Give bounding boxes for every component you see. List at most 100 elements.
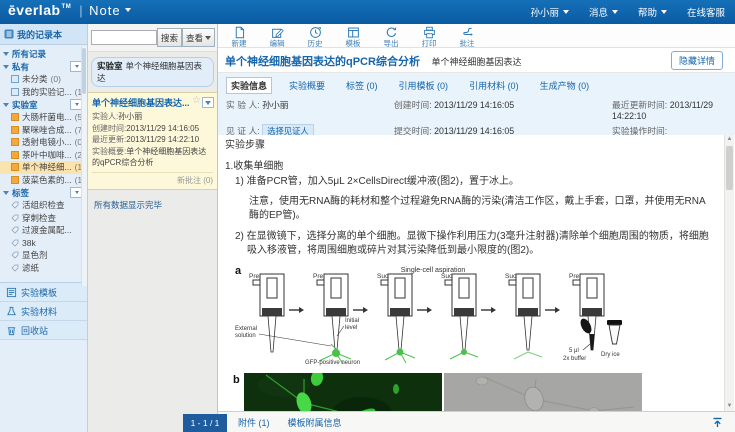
star-icon[interactable]: ☆ — [192, 95, 201, 106]
notebooks-header-label: 我的记录本 — [17, 28, 62, 41]
scroll-to-top-button[interactable] — [712, 417, 723, 428]
tag-icon — [11, 239, 19, 247]
sidebar-tag-2[interactable]: 穿刺检查 — [0, 212, 87, 225]
view-button[interactable]: 查看 — [182, 28, 215, 47]
scrollbar-thumb[interactable] — [726, 146, 733, 190]
history-button[interactable]: 历史 — [302, 26, 328, 48]
chevron-down-icon — [563, 10, 569, 14]
hide-details-button[interactable]: 隐藏详情 — [671, 51, 723, 70]
template-button[interactable]: 模板 — [340, 26, 366, 48]
section-private[interactable]: 私有 — [0, 60, 87, 73]
sidebar-tag-5[interactable]: 显色剂 — [0, 249, 87, 262]
edit-pencil-icon — [271, 26, 284, 39]
detail-footer-bar: 附件 (1) 模板附属信息 — [218, 411, 735, 432]
scroll-down-icon[interactable]: ▼ — [725, 402, 734, 411]
messages-menu[interactable]: 消息 — [589, 5, 618, 19]
new-button[interactable]: 新建 — [226, 26, 252, 48]
chevron-down-icon — [205, 101, 211, 105]
attachments-link[interactable]: 附件 (1) — [238, 416, 270, 429]
product-name: Note — [89, 3, 120, 18]
sidebar-item-templates[interactable]: 实验模板 — [0, 283, 87, 302]
sidebar-item-lab-6[interactable]: 菠菜色素的...(1) — [0, 174, 87, 187]
search-row: 搜索 查看 — [88, 24, 217, 52]
experiment-list-item[interactable]: 单个神经细胞基因表达... ☆ 实验人:孙小丽 创建时间:2013/11/29 … — [88, 92, 217, 190]
sidebar-item-lab-5-selected[interactable]: 单个神经细...(1) — [0, 161, 87, 174]
print-button[interactable]: 打印 — [416, 26, 442, 48]
sidebar-item-lab-2[interactable]: 聚咪唑合成...(7) — [0, 124, 87, 137]
printer-icon — [423, 26, 436, 39]
pipette-6: Pres. — [569, 273, 604, 350]
sidebar-item-my-experiments[interactable]: 我的实验记...(1) — [0, 86, 87, 99]
created-cell: 创建时间: 2013/11/29 14:16:05 — [394, 98, 612, 121]
sidebar: 我的记录本 所有记录 私有 未分类(0) 我的实验记...(1) 实验室 大肠杆… — [0, 24, 88, 432]
scroll-up-icon[interactable]: ▲ — [725, 135, 734, 144]
notebook-icon — [11, 113, 19, 121]
sidebar-item-uncategorized[interactable]: 未分类(0) — [0, 73, 87, 86]
sidebar-tag-6[interactable]: 滤纸 — [0, 262, 87, 275]
updated-cell: 最近更新时间: 2013/11/29 14:22:10 — [612, 98, 727, 121]
sidebar-item-lab-1[interactable]: 大肠杆菌电...(5) — [0, 111, 87, 124]
chevron-down-icon — [205, 36, 211, 40]
notebook-icon — [11, 88, 19, 96]
user-menu[interactable]: 孙小丽 — [530, 5, 569, 19]
eppendorf-tube — [607, 320, 622, 344]
sidebar-tag-4[interactable]: 38k — [0, 237, 87, 250]
annotate-icon — [461, 26, 474, 39]
content-scrollbar[interactable]: ▲ ▼ — [724, 135, 734, 411]
collapse-caret-icon — [3, 65, 9, 69]
search-button[interactable]: 搜索 — [157, 28, 182, 47]
help-menu[interactable]: 帮助 — [638, 5, 667, 19]
pagination[interactable]: 1 - 1 / 1 — [183, 414, 227, 432]
section-tags[interactable]: 标签 — [0, 186, 87, 199]
template-info-link[interactable]: 模板附属信息 — [288, 416, 342, 429]
sidebar-scrollbar[interactable] — [81, 46, 87, 286]
sidebar-tag-3[interactable]: 过渡金属配... — [0, 224, 87, 237]
tab-referenced-templates[interactable]: 引用模板 (0) — [395, 78, 453, 93]
history-clock-icon — [309, 26, 322, 39]
toolbar: 新建 编辑 历史 模板 导出 打印 — [218, 24, 735, 48]
scrollbar-thumb[interactable] — [82, 48, 86, 94]
notebook-icon — [4, 29, 14, 39]
section-lab[interactable]: 实验室 — [0, 98, 87, 111]
product-caret-icon[interactable] — [125, 8, 131, 12]
collapse-caret-icon — [3, 191, 9, 195]
tab-referenced-materials[interactable]: 引用材料 (0) — [465, 78, 523, 93]
svg-text:Dry ice: Dry ice — [601, 352, 620, 358]
annotations-count[interactable]: 新批注 (0) — [92, 172, 213, 186]
sidebar-item-materials[interactable]: 实验材料 — [0, 302, 87, 321]
app-window: ēverlabTM | Note 孙小丽 消息 帮助 在线客服 我的记录本 所有… — [0, 0, 735, 432]
tab-tags[interactable]: 标签 (0) — [342, 78, 382, 93]
sidebar-tag-1[interactable]: 活组织检查 — [0, 199, 87, 212]
export-button[interactable]: 导出 — [378, 26, 404, 48]
experimenter-row: 实验人:孙小丽 — [92, 111, 213, 123]
notebooks-header[interactable]: 我的记录本 — [0, 24, 87, 45]
online-service-link[interactable]: 在线客服 — [687, 5, 725, 19]
step-2: 2) 在显微镜下，选择分离的单个细胞。显微下操作利用压力(3毫升注射器)清除单个… — [235, 230, 715, 259]
breadcrumb[interactable]: 实验室单个神经细胞基因表达 — [91, 57, 214, 87]
tag-icon — [11, 251, 19, 259]
svg-text:2x buffer: 2x buffer — [563, 356, 586, 362]
tabs-info-panel: 实验信息 实验概要 标签 (0) 引用模板 (0) 引用材料 (0) 生成产物 … — [218, 73, 735, 144]
tag-icon — [11, 201, 19, 209]
tab-experiment-info[interactable]: 实验信息 — [226, 77, 272, 94]
annotate-button[interactable]: 批注 — [454, 26, 480, 48]
notebook-icon — [11, 176, 19, 184]
content-body: 实验步骤 1.收集单细胞 1) 准备PCR管，加入5μL 2×CellsDire… — [218, 135, 735, 411]
chevron-down-icon — [661, 10, 667, 14]
section-all-records[interactable]: 所有记录 — [0, 47, 87, 60]
collapse-button[interactable] — [202, 97, 214, 108]
main-panel: 新建 编辑 历史 模板 导出 打印 — [218, 24, 735, 432]
tab-experiment-summary[interactable]: 实验概要 — [285, 78, 329, 93]
tab-generated-products[interactable]: 生成产物 (0) — [536, 78, 594, 93]
created-row: 创建时间:2013/11/29 14:16:05 — [92, 123, 213, 135]
experiment-title[interactable]: 单个神经细胞基因表达... — [92, 96, 192, 109]
dic-micrograph-1 — [444, 373, 642, 411]
search-input[interactable] — [91, 30, 157, 45]
sidebar-item-recycle-bin[interactable]: 回收站 — [0, 321, 87, 340]
svg-text:External: External — [235, 326, 257, 332]
edit-button[interactable]: 编辑 — [264, 26, 290, 48]
sidebar-item-lab-4[interactable]: 茶叶中咖啡...(2) — [0, 149, 87, 162]
sidebar-item-lab-3[interactable]: 透射电镜小...(0) — [0, 136, 87, 149]
notebook-icon — [11, 163, 19, 171]
micrograph-grid: 10 μm — [244, 373, 642, 411]
